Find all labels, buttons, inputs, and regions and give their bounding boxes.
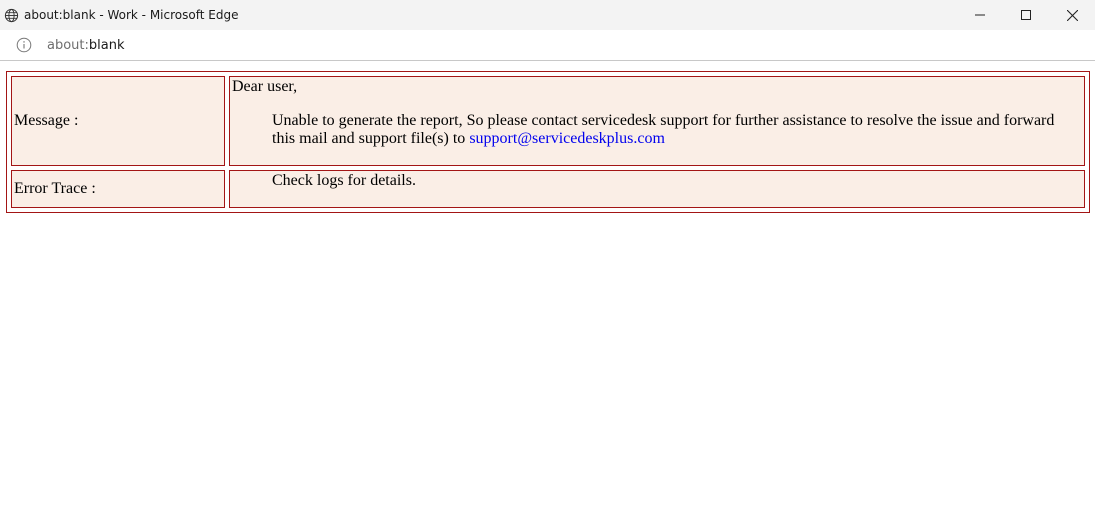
maximize-icon: [1021, 10, 1031, 20]
support-email-link[interactable]: support@servicedeskplus.com: [469, 130, 665, 147]
error-trace-row: Error Trace : Check logs for details.: [11, 170, 1085, 208]
address-bar[interactable]: about:blank: [0, 30, 1095, 61]
greeting-text: Dear user,: [232, 78, 298, 95]
maximize-button[interactable]: [1003, 0, 1049, 30]
error-trace-text: Check logs for details.: [272, 172, 416, 189]
url-scheme: about:: [47, 37, 89, 53]
minimize-button[interactable]: [957, 0, 1003, 30]
url-text[interactable]: about:blank: [47, 38, 125, 53]
close-icon: [1066, 9, 1078, 21]
error-trace-label: Error Trace :: [11, 170, 225, 208]
page-content: Message : Dear user, Unable to generate …: [6, 71, 1090, 213]
minimize-icon: [975, 14, 985, 16]
message-body: Unable to generate the report, So please…: [232, 112, 1082, 148]
globe-icon: [3, 7, 19, 23]
message-label: Message :: [11, 76, 225, 166]
message-cell: Dear user, Unable to generate the report…: [229, 76, 1085, 166]
info-icon[interactable]: [16, 37, 32, 53]
title-bar: about:blank - Work - Microsoft Edge: [0, 0, 1095, 30]
window-title: about:blank - Work - Microsoft Edge: [24, 8, 239, 22]
error-table: Message : Dear user, Unable to generate …: [6, 71, 1090, 213]
url-path: blank: [88, 37, 125, 53]
error-trace-cell: Check logs for details.: [229, 170, 1085, 208]
message-row: Message : Dear user, Unable to generate …: [11, 76, 1085, 166]
close-button[interactable]: [1049, 0, 1095, 30]
